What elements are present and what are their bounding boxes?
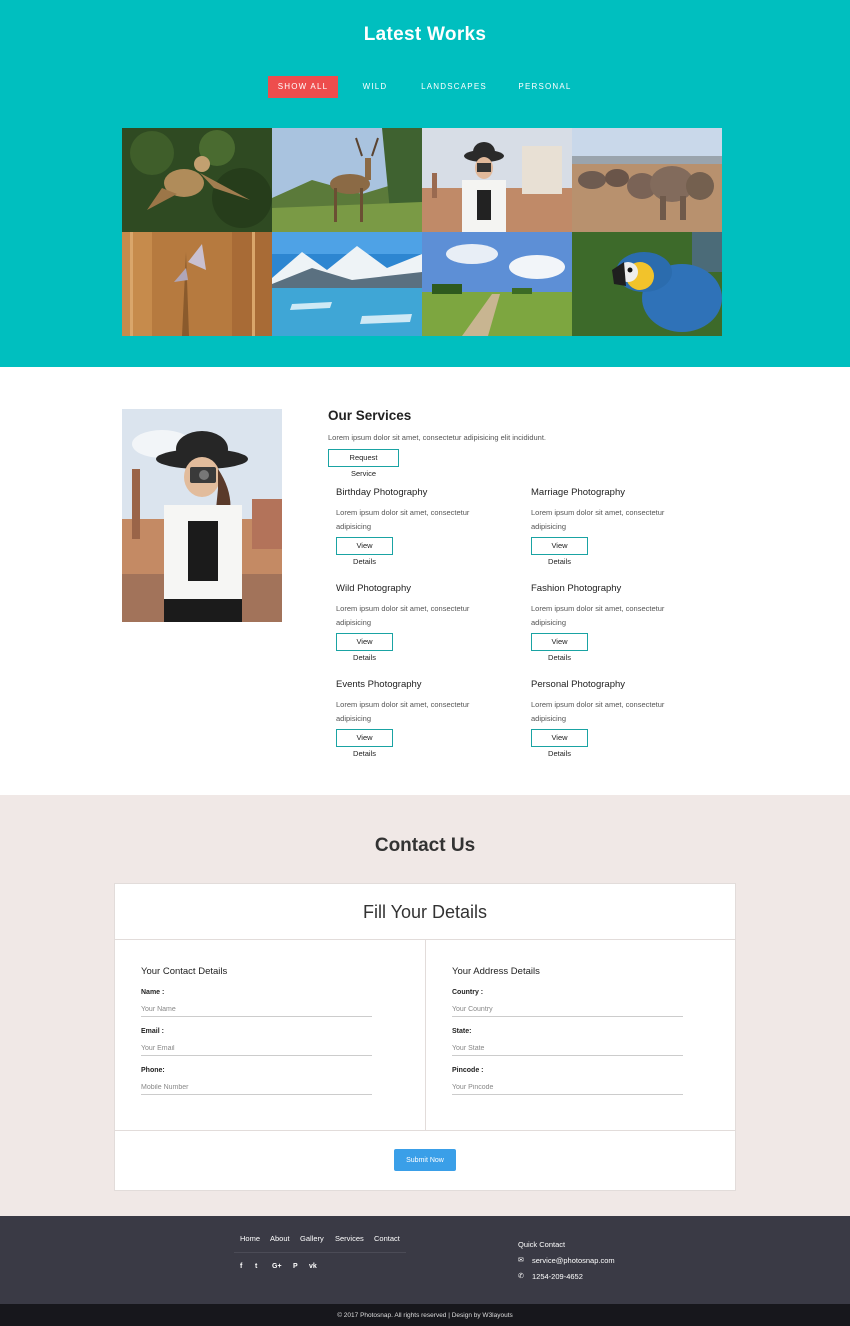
service-item-title: Events Photography xyxy=(336,679,422,690)
service-item-desc: Lorem ipsum dolor sit amet, consectetur a… xyxy=(531,700,665,723)
works-title: Latest Works xyxy=(363,24,487,45)
name-input[interactable] xyxy=(141,1003,372,1017)
request-service-button[interactable]: Request Service xyxy=(328,449,399,478)
latest-works-section: Latest Works SHOW ALL WILD LANDSCAPES PE… xyxy=(0,0,850,367)
view-details-button[interactable]: View Details xyxy=(336,537,393,566)
gallery-image-parrot[interactable] xyxy=(572,232,722,336)
form-footer: Submit Now xyxy=(115,1130,735,1191)
footer-link-home[interactable]: Home xyxy=(240,1234,260,1243)
gallery-image-glacier[interactable] xyxy=(272,232,422,336)
name-label: Name : xyxy=(141,989,165,996)
contact-phone: 1254-209-4652 xyxy=(532,1272,583,1281)
footer-link-services[interactable]: Services xyxy=(335,1234,364,1243)
contact-form: Fill Your Details Your Contact Details N… xyxy=(114,883,736,1191)
contact-details-column: Your Contact Details Name : Email : Phon… xyxy=(115,940,426,1131)
address-details-title: Your Address Details xyxy=(452,966,540,977)
quick-contact-title: Quick Contact xyxy=(518,1240,566,1249)
service-item-title: Birthday Photography xyxy=(336,487,428,498)
contact-email[interactable]: service@photosnap.com xyxy=(532,1256,615,1265)
submit-button[interactable]: Submit Now xyxy=(394,1149,456,1171)
services-title: Our Services xyxy=(328,408,412,423)
country-label: Country : xyxy=(452,989,484,996)
phone-input[interactable] xyxy=(141,1081,372,1095)
services-intro: Lorem ipsum dolor sit amet, consectetur … xyxy=(328,433,547,442)
footer-divider xyxy=(234,1252,406,1253)
mail-icon: ✉ xyxy=(518,1257,524,1264)
state-input[interactable] xyxy=(452,1042,683,1056)
contact-section: Contact Us Fill Your Details Your Contac… xyxy=(0,795,850,1216)
service-item-desc: Lorem ipsum dolor sit amet, consectetur a… xyxy=(336,604,470,627)
service-item-desc: Lorem ipsum dolor sit amet, consectetur a… xyxy=(336,508,470,531)
country-input[interactable] xyxy=(452,1003,683,1017)
gallery-image-elephants[interactable] xyxy=(572,128,722,232)
google-plus-icon[interactable]: G+ xyxy=(272,1263,282,1270)
view-details-button[interactable]: View Details xyxy=(336,729,393,758)
state-label: State: xyxy=(452,1028,472,1035)
view-details-button[interactable]: View Details xyxy=(531,729,588,758)
vk-icon[interactable]: vk xyxy=(309,1263,317,1270)
gallery-image-photographer[interactable] xyxy=(422,128,572,232)
view-details-button[interactable]: View Details xyxy=(531,633,588,662)
twitter-icon[interactable]: t xyxy=(255,1263,257,1270)
email-input[interactable] xyxy=(141,1042,372,1056)
phone-label: Phone: xyxy=(141,1067,165,1074)
contact-details-title: Your Contact Details xyxy=(141,966,228,977)
gallery-filters: SHOW ALL WILD LANDSCAPES PERSONAL xyxy=(0,76,850,98)
service-item-desc: Lorem ipsum dolor sit amet, consectetur a… xyxy=(531,604,665,627)
phone-icon: ✆ xyxy=(518,1273,524,1280)
facebook-icon[interactable]: f xyxy=(240,1263,242,1270)
email-label: Email : xyxy=(141,1028,164,1035)
filter-show-all[interactable]: SHOW ALL xyxy=(268,76,338,98)
service-item-title: Wild Photography xyxy=(336,583,411,594)
footer-link-contact[interactable]: Contact xyxy=(374,1234,400,1243)
site-footer: Home About Gallery Services Contact f t … xyxy=(0,1216,850,1304)
pincode-label: Pincode : xyxy=(452,1067,484,1074)
filter-wild[interactable]: WILD xyxy=(355,76,395,98)
services-photo xyxy=(122,409,282,622)
pinterest-icon[interactable]: P xyxy=(293,1263,298,1270)
gallery-image-butterfly[interactable] xyxy=(122,232,272,336)
services-section: Our Services Lorem ipsum dolor sit amet,… xyxy=(0,367,850,795)
footer-link-about[interactable]: About xyxy=(270,1234,290,1243)
filter-landscapes[interactable]: LANDSCAPES xyxy=(418,76,490,98)
form-title: Fill Your Details xyxy=(115,884,735,940)
footer-link-gallery[interactable]: Gallery xyxy=(300,1234,324,1243)
pincode-input[interactable] xyxy=(452,1081,683,1095)
view-details-button[interactable]: View Details xyxy=(531,537,588,566)
service-item-desc: Lorem ipsum dolor sit amet, consectetur a… xyxy=(531,508,665,531)
service-item-desc: Lorem ipsum dolor sit amet, consectetur a… xyxy=(336,700,470,723)
gallery-grid xyxy=(122,128,723,336)
service-item-title: Personal Photography xyxy=(531,679,626,690)
gallery-image-deer[interactable] xyxy=(272,128,422,232)
gallery-image-owl[interactable] xyxy=(122,128,272,232)
service-item-title: Marriage Photography xyxy=(531,487,625,498)
filter-personal[interactable]: PERSONAL xyxy=(513,76,577,98)
view-details-button[interactable]: View Details xyxy=(336,633,393,662)
service-item-title: Fashion Photography xyxy=(531,583,622,594)
contact-title: Contact Us xyxy=(374,835,476,856)
gallery-image-landscape[interactable] xyxy=(422,232,572,336)
address-details-column: Your Address Details Country : State: Pi… xyxy=(426,940,737,1131)
copyright: © 2017 Photosnap. All rights reserved | … xyxy=(0,1304,850,1326)
